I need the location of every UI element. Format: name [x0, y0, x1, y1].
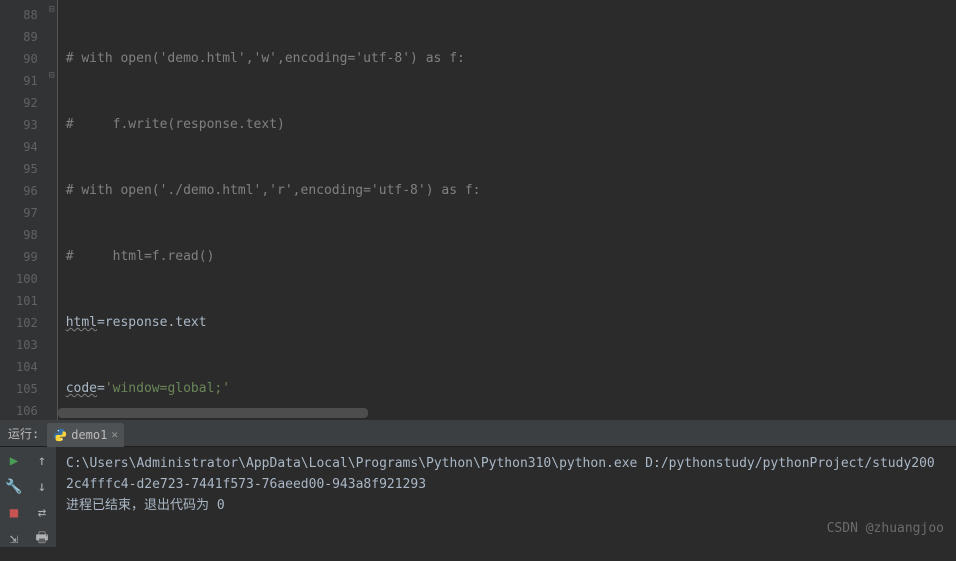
print-icon[interactable]: 🖶 [34, 531, 50, 547]
code-comment: # with open('./demo.html','r',encoding='… [66, 183, 481, 198]
line-number: 98 [16, 224, 38, 246]
console-line: 进程已结束，退出代码为 0 [66, 495, 946, 516]
code-comment: # html=f.read() [66, 249, 215, 264]
close-icon[interactable]: ✕ [111, 428, 118, 441]
up-icon[interactable]: ↑ [34, 453, 50, 469]
line-number: 92 [16, 92, 38, 114]
python-icon [53, 428, 67, 442]
line-number: 104 [16, 356, 38, 378]
console-line: C:\Users\Administrator\AppData\Local\Pro… [66, 453, 946, 474]
code-comment: # f.write(response.text) [66, 117, 285, 132]
fold-open-icon[interactable]: ⊟ [46, 4, 58, 15]
down-icon[interactable]: ↓ [34, 479, 50, 495]
line-number: 95 [16, 158, 38, 180]
fold-close-icon[interactable]: ⊟ [46, 70, 58, 81]
line-number: 91 [16, 70, 38, 92]
line-number: 93 [16, 114, 38, 136]
exit-icon[interactable]: ⇲ [6, 531, 22, 547]
line-number: 90 [16, 48, 38, 70]
run-toolbar-primary: ▶ 🔧 ■ ⇲ [0, 447, 28, 547]
code-comment: # with open('demo.html','w',encoding='ut… [66, 51, 465, 66]
line-number: 105 [16, 378, 38, 400]
console-line: 2c4fffc4-d2e723-7441f573-76aeed00-943a8f… [66, 474, 946, 495]
line-number: 103 [16, 334, 38, 356]
line-number: 99 [16, 246, 38, 268]
run-header: 运行: demo1 ✕ [0, 420, 956, 447]
line-number: 102 [16, 312, 38, 334]
line-number-gutter: 88 89 90 91 92 93 94 95 96 97 98 99 100 … [0, 0, 46, 420]
line-number: 94 [16, 136, 38, 158]
watermark: CSDN @zhuangjoo [827, 518, 944, 539]
run-tool-window: 运行: demo1 ✕ ▶ 🔧 ■ ⇲ ↑ ↓ ⇄ 🖶 C:\Users\Adm… [0, 420, 956, 547]
line-number: 97 [16, 202, 38, 224]
wrench-icon[interactable]: 🔧 [6, 479, 22, 495]
code-editor[interactable]: # with open('demo.html','w',encoding='ut… [58, 0, 956, 420]
line-number: 101 [16, 290, 38, 312]
run-tab[interactable]: demo1 ✕ [47, 423, 124, 447]
soft-wrap-icon[interactable]: ⇄ [34, 505, 50, 521]
line-number: 106 [16, 400, 38, 420]
editor-area: 88 89 90 91 92 93 94 95 96 97 98 99 100 … [0, 0, 956, 420]
tab-label: demo1 [71, 428, 107, 442]
horizontal-scrollbar[interactable] [58, 408, 368, 418]
line-number: 96 [16, 180, 38, 202]
line-number: 88 [16, 4, 38, 26]
line-number: 89 [16, 26, 38, 48]
line-number: 100 [16, 268, 38, 290]
rerun-button[interactable]: ▶ [6, 453, 22, 469]
console-output[interactable]: C:\Users\Administrator\AppData\Local\Pro… [56, 447, 956, 547]
run-toolbar-secondary: ↑ ↓ ⇄ 🖶 [28, 447, 56, 547]
fold-column[interactable]: ⊟ ⊟ [46, 0, 58, 420]
run-label: 运行: [0, 425, 47, 442]
stop-button[interactable]: ■ [6, 505, 22, 521]
